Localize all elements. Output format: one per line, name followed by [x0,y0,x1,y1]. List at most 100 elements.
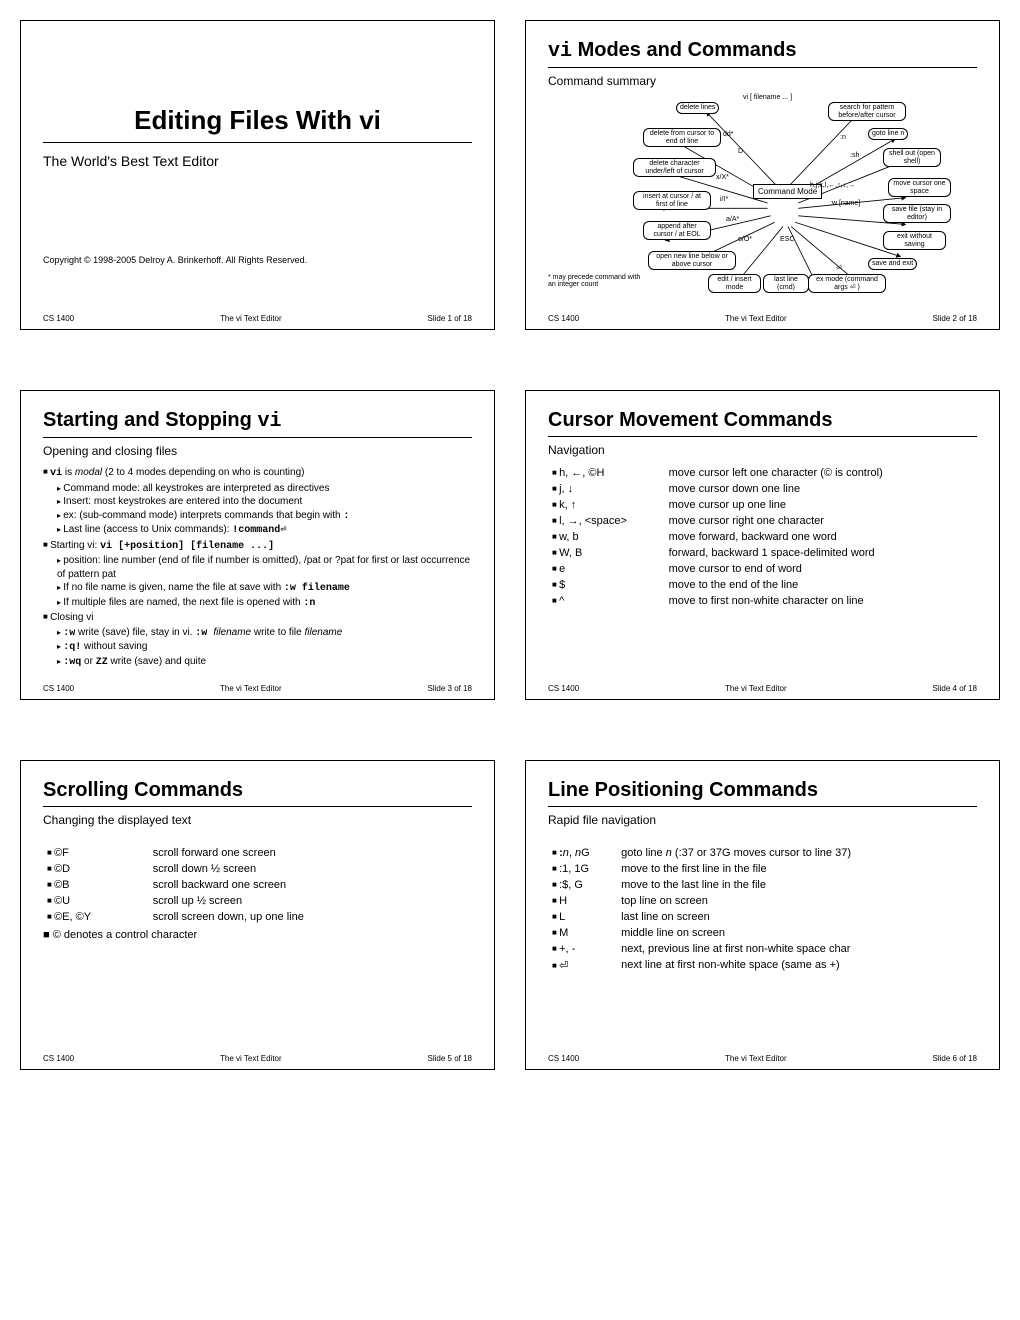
lbl-insert: insert at cursor / at first of line [633,191,711,210]
title-mono: vi [548,40,572,63]
title-text: Modes and Commands [572,39,796,61]
slide1-copyright: Copyright © 1998-2005 Delroy A. Brinkerh… [43,255,472,265]
footer-course: CS 1400 [548,684,579,693]
slide5-note: ■ © denotes a control character [43,929,472,941]
table-row: :n, nG goto line n (:37 or 37G moves cur… [548,845,977,861]
table-row: ©E, ©Yscroll screen down, up one line [43,909,472,925]
footer-doc: The vi Text Editor [220,314,282,323]
table-row: w, bmove forward, backward one word [548,529,977,545]
lbl-ret: ⏎ [836,264,842,272]
slide6-sub: Rapid file navigation [548,813,977,827]
list-item: Insert: most keystrokes are entered into… [57,495,472,509]
table-row: ©Fscroll forward one screen [43,845,472,861]
list-item: Command mode: all keystrokes are interpr… [57,482,472,496]
list-item: ex: (sub-command mode) interprets comman… [57,509,472,524]
lbl-del-char: delete character under/left of cursor [633,158,716,177]
slide3-title: Starting and Stopping vi [43,409,472,433]
rule [548,67,977,68]
footer-doc: The vi Text Editor [725,1054,787,1063]
lbl-move-cur: move cursor one space [888,178,951,197]
slide-6: Line Positioning Commands Rapid file nav… [525,760,1000,1070]
rule [43,142,472,143]
lbl-oO: o/O* [738,236,752,243]
lbl-dd: dd* [723,131,734,138]
slide-footer: CS 1400 The vi Text Editor Slide 5 of 18 [43,1050,472,1063]
table-row: ^move to first non-white character on li… [548,593,977,609]
table-row: W, Bforward, backward 1 space-delimited … [548,545,977,561]
rule [548,806,977,807]
slide-2: vi Modes and Commands Command summary [525,20,1000,330]
slide-1: Editing Files With vi The World's Best T… [20,20,495,330]
slide5-sub: Changing the displayed text [43,813,472,827]
footer-course: CS 1400 [43,684,74,693]
slide-footer: CS 1400 The vi Text Editor Slide 2 of 18 [548,310,977,323]
lbl-lastline: last line (cmd) [763,274,809,293]
list-item: :wq or ZZ write (save) and quite [57,655,472,670]
footer-slidenum: Slide 1 of 18 [428,314,472,323]
slide6-title: Line Positioning Commands [548,779,977,802]
slide1-title: Editing Files With vi [43,105,472,136]
lbl-sh: :sh [850,152,859,159]
slide4-table: h, ←, ©Hmove cursor left one character (… [548,465,977,609]
lbl-exit-nosave: exit without saving [883,231,946,250]
title-mono: vi [257,410,281,433]
list-item: Closing vi :w write (save) file, stay in… [43,611,472,669]
rule [43,806,472,807]
lbl-iI: i/I* [720,196,728,203]
list-item: If no file name is given, name the file … [57,581,472,596]
footer-doc: The vi Text Editor [220,684,282,693]
lbl-hjkl: h,j,k,l,←,↑,↓,→ [810,182,855,189]
table-row: l, →, <space>move cursor right one chara… [548,513,977,529]
slide3-sub: Opening and closing files [43,444,472,458]
lbl-shell: shell out (open shell) [883,148,941,167]
title-text: Starting and Stopping [43,409,257,431]
footer-slidenum: Slide 6 of 18 [933,1054,977,1063]
table-row: Llast line on screen [548,909,977,925]
slide-grid: Editing Files With vi The World's Best T… [20,20,1000,1070]
footer-slidenum: Slide 2 of 18 [933,314,977,323]
lbl-D: D [738,148,743,155]
table-row: :1, 1Gmove to the first line in the file [548,861,977,877]
list-item: vi is modal (2 to 4 modes depending on w… [43,466,472,538]
command-diagram: Command Mode vi [ filename ... ] delete … [548,96,977,310]
slide2-title: vi Modes and Commands [548,39,977,63]
slide-footer: CS 1400 The vi Text Editor Slide 6 of 18 [548,1050,977,1063]
lbl-star-note: * may precede command with an integer co… [548,274,648,288]
table-row: emove cursor to end of word [548,561,977,577]
slide-4: Cursor Movement Commands Navigation h, ←… [525,390,1000,700]
table-row: ©Dscroll down ½ screen [43,861,472,877]
list-item: :q! without saving [57,640,472,655]
footer-course: CS 1400 [43,314,74,323]
list-item: position: line number (end of file if nu… [57,554,472,581]
lbl-wname: :w [name] [830,200,860,207]
slide-footer: CS 1400 The vi Text Editor Slide 1 of 18 [43,310,472,323]
table-row: ©Bscroll backward one screen [43,877,472,893]
lbl-nG: :n [840,134,846,141]
slide5-title: Scrolling Commands [43,779,472,802]
table-row: k, ↑move cursor up one line [548,497,977,513]
lbl-esc: ESC [780,236,794,243]
lbl-exmode: ex mode (command args ⏎ ) [808,274,886,293]
slide4-title: Cursor Movement Commands [548,409,977,432]
slide-footer: CS 1400 The vi Text Editor Slide 4 of 18 [548,680,977,693]
lbl-delete-lines: delete lines [676,102,719,114]
table-row: +, -next, previous line at first non-whi… [548,941,977,957]
slide1-subtitle: The World's Best Text Editor [43,153,472,169]
table-row: ©Uscroll up ½ screen [43,893,472,909]
table-row: ⏎next line at first non-white space (sam… [548,957,977,974]
footer-course: CS 1400 [548,1054,579,1063]
footer-course: CS 1400 [43,1054,74,1063]
lbl-search: search for pattern before/after cursor [828,102,906,121]
lbl-openline: open new line below or above cursor [648,251,736,270]
slide-5: Scrolling Commands Changing the displaye… [20,760,495,1070]
table-row: $move to the end of the line [548,577,977,593]
lbl-xX: x/X* [716,174,729,181]
footer-doc: The vi Text Editor [725,684,787,693]
footer-slidenum: Slide 4 of 18 [933,684,977,693]
rule [548,436,977,437]
footer-doc: The vi Text Editor [220,1054,282,1063]
slide6-table: :n, nG goto line n (:37 or 37G moves cur… [548,845,977,974]
lbl-saveexit: save and exit [868,258,917,270]
lbl-append: append after cursor / at EOL [643,221,711,240]
slide5-table: ©Fscroll forward one screen©Dscroll down… [43,845,472,925]
